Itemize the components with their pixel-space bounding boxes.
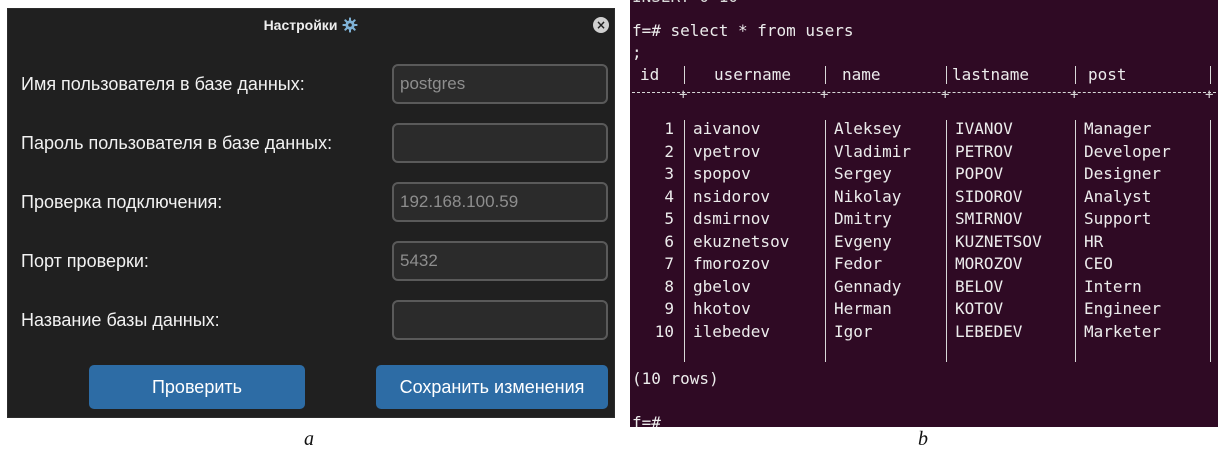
column-separator	[1075, 120, 1076, 362]
db-username-input[interactable]	[392, 64, 608, 104]
cell-lastname: SMIRNOV	[955, 209, 1023, 228]
cell-post: Manager	[1084, 119, 1152, 138]
separator-cross: +	[679, 87, 688, 103]
cell-lastname: IVANOV	[955, 119, 1013, 138]
column-header-username: username	[714, 65, 792, 84]
cell-username: hkotov	[693, 299, 751, 318]
cell-post: Designer	[1084, 164, 1162, 183]
gear-icon	[342, 17, 358, 33]
cell-username: vpetrov	[693, 141, 761, 161]
column-separator	[1210, 120, 1211, 362]
column-header-lastname: lastname	[952, 65, 1030, 84]
cell-id: 4	[664, 186, 674, 206]
separator-cross: +	[1070, 87, 1079, 103]
cell-post: Support	[1084, 209, 1152, 228]
cell-name: Nikolay	[834, 186, 902, 206]
cell-id: 3	[664, 164, 674, 183]
cell-username: fmorozov	[693, 254, 771, 273]
cell-name: Sergey	[834, 164, 892, 183]
caption-b: b	[918, 428, 928, 450]
cell-name: Igor	[834, 321, 873, 341]
sql-command-line: f=# select * from users	[632, 21, 854, 40]
cell-id: 5	[664, 209, 674, 228]
cell-id: 1	[664, 119, 674, 138]
cell-post: Marketer	[1084, 321, 1162, 341]
column-separator	[946, 66, 947, 84]
next-prompt-line: f=#	[632, 413, 661, 427]
save-changes-button[interactable]: Сохранить изменения	[376, 365, 608, 409]
cell-lastname: SIDOROV	[955, 186, 1023, 206]
cell-name: Gennady	[834, 276, 902, 296]
port-input[interactable]	[392, 241, 608, 281]
cell-post: Intern	[1084, 276, 1142, 296]
cell-post: Engineer	[1084, 299, 1162, 318]
cell-name: Evgeny	[834, 231, 892, 251]
cell-name: Herman	[834, 299, 892, 318]
db-name-input[interactable]	[392, 300, 608, 340]
cell-id: 10	[654, 321, 674, 341]
cell-lastname: KOTOV	[955, 299, 1004, 318]
column-header-name: name	[842, 65, 881, 84]
cell-id: 7	[664, 254, 674, 273]
cell-username: ilebedev	[693, 321, 771, 341]
cell-post: Developer	[1084, 141, 1171, 161]
connection-host-input[interactable]	[392, 182, 608, 222]
header-separator	[632, 92, 1216, 94]
caption-a: a	[304, 428, 314, 450]
dialog-titlebar: Настройки	[8, 9, 614, 41]
cell-username: aivanov	[693, 119, 761, 138]
cell-username: spopov	[693, 164, 751, 183]
cell-username: ekuznetsov	[693, 231, 790, 251]
cell-post: Analyst	[1084, 186, 1152, 206]
cell-id: 6	[664, 231, 674, 251]
close-icon[interactable]: ×	[593, 17, 609, 33]
password-label: Пароль пользователя в базе данных:	[21, 133, 333, 153]
cell-lastname: MOROZOV	[955, 254, 1023, 273]
separator-cross: +	[941, 87, 950, 103]
cell-username: gbelov	[693, 276, 751, 296]
cell-name: Dmitry	[834, 209, 892, 228]
column-header-post: post	[1088, 65, 1127, 84]
column-separator	[825, 66, 826, 84]
cell-lastname: KUZNETSOV	[955, 231, 1042, 251]
cell-lastname: POPOV	[955, 164, 1004, 183]
column-separator	[946, 120, 947, 362]
cell-lastname: PETROV	[955, 141, 1013, 161]
cell-post: CEO	[1084, 254, 1113, 273]
separator-cross: +	[1205, 87, 1214, 103]
dialog-title: Настройки	[263, 17, 338, 33]
cell-name: Fedor	[834, 254, 883, 273]
column-separator	[1075, 66, 1076, 84]
connection-label: Проверка подключения:	[21, 192, 223, 212]
terminal-window: INSERT 0 10 f=# select * from users ; id…	[630, 0, 1218, 427]
port-label: Порт проверки:	[21, 251, 149, 271]
cell-name: Vladimir	[834, 141, 912, 161]
column-separator	[684, 120, 685, 362]
cell-name: Aleksey	[834, 119, 902, 138]
username-label: Имя пользователя в базе данных:	[21, 74, 305, 94]
previous-output-line: INSERT 0 10	[632, 0, 738, 8]
cell-id: 8	[664, 276, 674, 296]
cell-id: 9	[664, 299, 674, 318]
row-count-line: (10 rows)	[632, 369, 719, 388]
cell-username: nsidorov	[693, 186, 771, 206]
db-password-input[interactable]	[392, 123, 608, 163]
cell-username: dsmirnov	[693, 209, 771, 228]
db-name-label: Название базы данных:	[21, 310, 220, 330]
cell-lastname: LEBEDEV	[955, 321, 1023, 341]
check-button[interactable]: Проверить	[89, 365, 305, 409]
cell-id: 2	[664, 141, 674, 161]
cell-lastname: BELOV	[955, 276, 1004, 296]
cell-post: HR	[1084, 231, 1104, 251]
column-header-id: id	[640, 65, 660, 84]
column-separator	[825, 120, 826, 362]
column-separator	[684, 66, 685, 84]
settings-dialog: Настройки × Имя пользователя в базе данн…	[7, 8, 615, 418]
semicolon-line: ;	[632, 43, 642, 62]
separator-cross: +	[820, 87, 829, 103]
column-separator	[1210, 66, 1211, 84]
